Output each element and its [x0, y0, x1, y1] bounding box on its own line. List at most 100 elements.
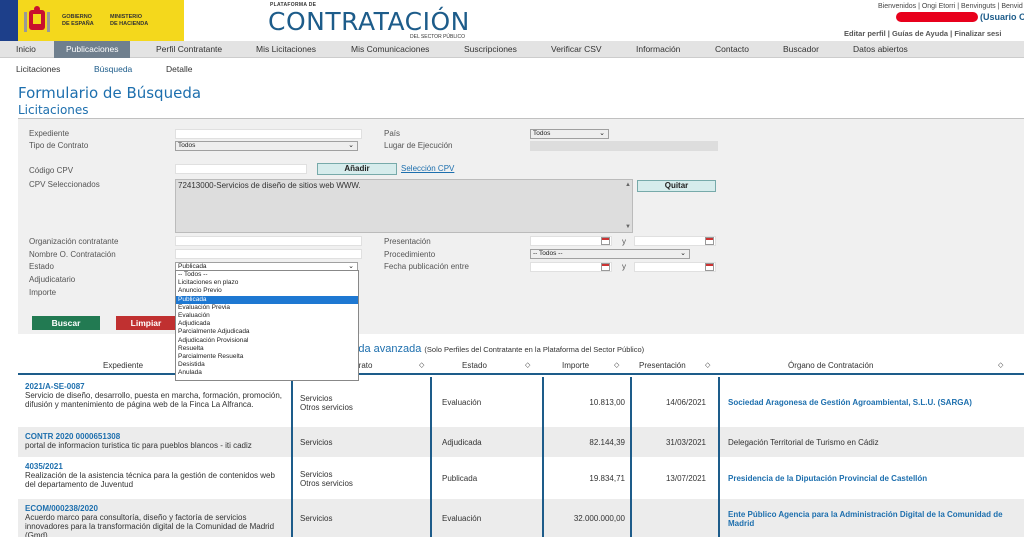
organo-contratacion-cell[interactable]: Presidencia de la Diputación Provincial … — [728, 474, 1020, 483]
nav-mis-licitaciones[interactable]: Mis Licitaciones — [256, 41, 316, 58]
subnav-busqueda[interactable]: Búsqueda — [94, 64, 132, 74]
fecha-cell: 14/06/2021 — [665, 398, 706, 407]
sort-icon[interactable]: ◇ — [419, 361, 424, 369]
cpv-item[interactable]: 72413000-Servicios de diseño de sitios w… — [178, 181, 361, 190]
user-links[interactable]: Editar perfil | Guías de Ayuda | Finaliz… — [844, 29, 1001, 38]
page-title: Formulario de Búsqueda — [18, 84, 202, 102]
estado-dropdown-list[interactable]: -- Todos -- Licitaciones en plazo Anuncio … — [175, 270, 359, 381]
estado-option[interactable]: Anulada — [176, 369, 358, 377]
pais-select[interactable]: Todos ⌄ — [530, 129, 609, 139]
th-expediente[interactable]: Expediente — [103, 361, 143, 370]
lugar-ejecucion-input[interactable] — [530, 141, 718, 151]
column-divider — [291, 377, 293, 427]
procedimiento-value: -- Todos -- — [533, 250, 563, 257]
chevron-down-icon: ⌄ — [348, 142, 354, 149]
brand-sub: DEL SECTOR PÚBLICO — [410, 34, 466, 40]
language-links[interactable]: Bienvenidos | Ongi Etorri | Benvinguts |… — [878, 3, 1023, 10]
th-organo[interactable]: Órgano de Contratación — [788, 361, 873, 370]
scroll-up-icon[interactable]: ▲ — [624, 182, 632, 188]
nav-mis-comunicaciones[interactable]: Mis Comunicaciones — [351, 41, 429, 58]
estado-option[interactable]: Evaluación Previa — [176, 304, 358, 312]
estado-cell: Evaluación — [442, 514, 482, 523]
expediente-link[interactable]: 4035/2021 — [25, 462, 285, 471]
estado-option[interactable]: Parcialmente Resuelta — [176, 353, 358, 361]
table-row[interactable]: CONTR 2020 0000651308 portal de informaci… — [18, 427, 1024, 457]
brand-logo[interactable]: CONTRATACIÓN — [268, 7, 470, 36]
organo-contratacion-cell[interactable]: Ente Público Agencia para la Administrac… — [728, 510, 1020, 528]
procedimiento-select[interactable]: -- Todos -- ⌄ — [530, 249, 690, 259]
gov-line2: DE ESPAÑA — [62, 20, 94, 27]
importe-cell: 82.144,39 — [589, 438, 625, 447]
expediente-link[interactable]: CONTR 2020 0000651308 — [25, 432, 285, 441]
estado-option[interactable]: Resuelta — [176, 345, 358, 353]
estado-option[interactable]: Desistida — [176, 361, 358, 369]
limpiar-button[interactable]: Limpiar — [116, 316, 176, 330]
nav-suscripciones[interactable]: Suscripciones — [464, 41, 517, 58]
estado-option[interactable]: Adjudicación Provisional — [176, 337, 358, 345]
estado-option[interactable]: Parcialmente Adjudicada — [176, 328, 358, 336]
calendar-icon[interactable] — [601, 237, 610, 245]
column-divider — [630, 377, 632, 427]
estado-option[interactable]: Licitaciones en plazo — [176, 279, 358, 287]
presentacion-desde-input[interactable] — [530, 236, 612, 246]
expediente-link[interactable]: ECOM/000238/2020 — [25, 504, 285, 513]
calendar-icon[interactable] — [705, 263, 714, 271]
th-importe[interactable]: Importe — [562, 361, 589, 370]
expediente-input[interactable] — [175, 129, 362, 139]
estado-option[interactable]: -- Todos -- — [176, 271, 358, 279]
cpv-seleccionados-list[interactable]: 72413000-Servicios de diseño de sitios w… — [175, 179, 633, 233]
table-row[interactable]: ECOM/000238/2020 Acuerdo marco para consu… — [18, 499, 1024, 537]
gov-line1: GOBIERNO — [62, 14, 92, 20]
nav-buscador[interactable]: Buscador — [783, 41, 819, 58]
fecha-desde-input[interactable] — [530, 262, 612, 272]
expediente-description: portal de informacion turistica tic para… — [25, 441, 252, 450]
sort-icon[interactable]: ◇ — [705, 361, 710, 369]
fecha-hasta-input[interactable] — [634, 262, 716, 272]
subnav-detalle[interactable]: Detalle — [166, 64, 192, 74]
calendar-icon[interactable] — [705, 237, 714, 245]
tipo-contrato-cell: Servicios — [300, 514, 333, 523]
expediente-link[interactable]: 2021/A-SE-0087 — [25, 382, 285, 391]
calendar-icon[interactable] — [601, 263, 610, 271]
sort-icon[interactable]: ◇ — [614, 361, 619, 369]
seleccion-cpv-link[interactable]: Selección CPV — [401, 164, 454, 173]
quitar-button[interactable]: Quitar — [637, 180, 716, 192]
nav-informacion[interactable]: Información — [636, 41, 680, 58]
th-presentacion[interactable]: Presentación — [639, 361, 686, 370]
tipo-contrato-cell: Servicios — [300, 438, 333, 447]
estado-option[interactable]: Adjudicada — [176, 320, 358, 328]
nav-perfil-contratante[interactable]: Perfil Contratante — [156, 41, 222, 58]
scroll-down-icon[interactable]: ▼ — [624, 224, 632, 230]
organizacion-input[interactable] — [175, 236, 362, 246]
sort-icon[interactable]: ◇ — [525, 361, 530, 369]
column-divider — [430, 499, 432, 537]
tipo-contrato-cell: Servicios — [300, 394, 333, 403]
nav-inicio[interactable]: Inicio — [16, 41, 36, 58]
estado-option[interactable]: Anuncio Previo — [176, 287, 358, 295]
organo-contratacion-cell[interactable]: Sociedad Aragonesa de Gestión Agroambien… — [728, 398, 1020, 407]
pais-label: País — [384, 129, 401, 138]
codigo-cpv-input[interactable] — [175, 164, 307, 174]
lugar-ejecucion-label: Lugar de Ejecución — [384, 141, 453, 150]
nav-publicaciones[interactable]: Publicaciones — [54, 41, 131, 58]
buscar-button[interactable]: Buscar — [32, 316, 100, 330]
usuario-label[interactable]: (Usuario O — [980, 12, 1024, 22]
table-row[interactable]: 2021/A-SE-0087 Servicio de diseño, desarr… — [18, 377, 1024, 427]
nav-verificar-csv[interactable]: Verificar CSV — [551, 41, 602, 58]
adjudicatario-label: Adjudicatario — [29, 275, 76, 284]
table-row[interactable]: 4035/2021 Realización de la asistencia té… — [18, 457, 1024, 499]
sort-icon[interactable]: ◇ — [998, 361, 1003, 369]
th-estado[interactable]: Estado — [462, 361, 487, 370]
nav-datos-abiertos[interactable]: Datos abiertos — [853, 41, 908, 58]
tipo-contrato-select[interactable]: Todos ⌄ — [175, 141, 358, 151]
column-divider — [630, 499, 632, 537]
estado-option[interactable]: Evaluación — [176, 312, 358, 320]
nombre-o-contratacion-input[interactable] — [175, 249, 362, 259]
anadir-button[interactable]: Añadir — [317, 163, 397, 175]
presentacion-hasta-input[interactable] — [634, 236, 716, 246]
gobierno-text: GOBIERNO DE ESPAÑA — [62, 14, 94, 27]
nav-contacto[interactable]: Contacto — [715, 41, 749, 58]
estado-option[interactable]: Publicada — [176, 295, 358, 304]
subnav-licitaciones[interactable]: Licitaciones — [16, 64, 60, 74]
column-divider — [291, 457, 293, 499]
